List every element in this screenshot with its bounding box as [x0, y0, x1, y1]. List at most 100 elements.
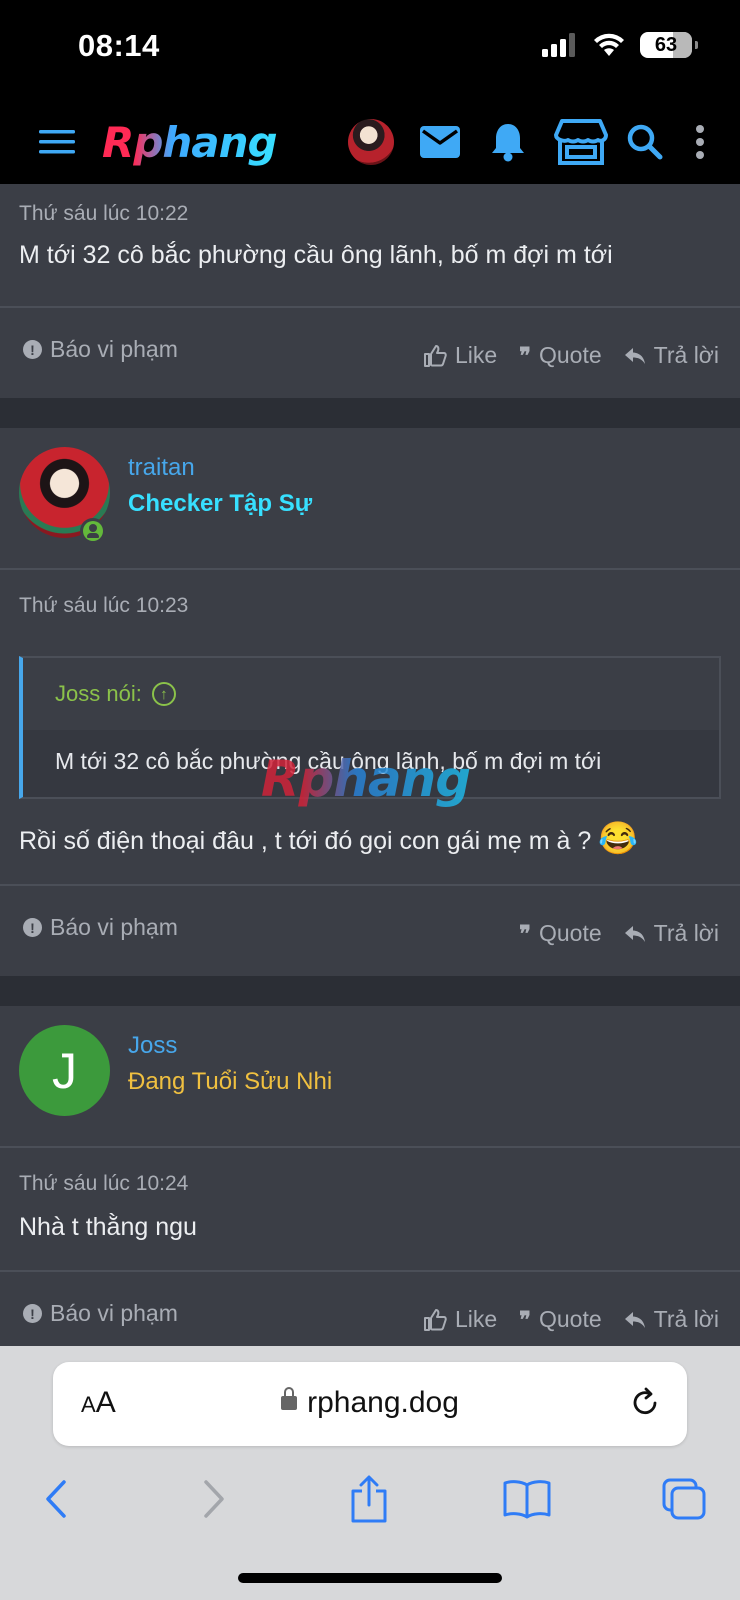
quote-button[interactable]: ❞ Quote — [519, 920, 602, 947]
post-actions: ❞ Quote Trả lời — [519, 920, 719, 947]
report-label: Báo vi phạm — [50, 914, 178, 940]
reload-icon[interactable] — [629, 1386, 661, 1418]
lock-icon — [281, 1387, 298, 1410]
post: traitan Checker Tập Sự Thứ sáu lúc 10:23… — [0, 428, 740, 976]
quote-label: Quote — [539, 1306, 602, 1332]
thumbs-up-icon — [423, 1308, 447, 1331]
like-button[interactable]: Like — [423, 342, 497, 369]
logo-text: Rphang — [102, 117, 278, 167]
post-actions: Like ❞ Quote Trả lời — [423, 342, 719, 369]
reply-button[interactable]: Trả lời — [624, 920, 719, 947]
report-icon: ! — [23, 918, 42, 937]
browser-nav — [0, 1474, 740, 1524]
bell-icon — [492, 124, 524, 162]
alerts-button[interactable] — [488, 100, 528, 184]
report-icon: ! — [23, 1304, 42, 1323]
app-header: Rphang — [0, 100, 740, 184]
thread-feed[interactable]: Thứ sáu lúc 10:22 M tới 32 cô bắc phường… — [0, 184, 740, 1346]
account-avatar-button[interactable] — [348, 100, 394, 184]
home-indicator — [238, 1573, 502, 1583]
thumbs-up-icon — [423, 344, 447, 367]
reply-icon — [624, 925, 645, 942]
post-text: Rồi số điện thoại đâu , t tới đó gọi con… — [19, 821, 721, 858]
browser-toolbar: AA rphang.dog — [0, 1346, 740, 1600]
post: Thứ sáu lúc 10:22 M tới 32 cô bắc phường… — [0, 184, 740, 398]
post-date: Thứ sáu lúc 10:22 — [19, 202, 189, 225]
status-bar: 08:14 63 — [0, 0, 740, 100]
reply-icon — [624, 347, 645, 364]
report-button[interactable]: ! Báo vi phạm — [23, 336, 178, 363]
more-menu-button[interactable] — [690, 100, 710, 184]
search-button[interactable] — [625, 100, 665, 184]
username-link[interactable]: Joss — [128, 1032, 177, 1060]
post-text: Nhà t thằng ngu — [19, 1213, 197, 1241]
post-footer: ! Báo vi phạm ❞ Quote Trả lời — [0, 884, 740, 976]
post-actions: Like ❞ Quote Trả lời — [423, 1306, 719, 1333]
tabs-button[interactable] — [659, 1474, 709, 1524]
avatar[interactable]: J — [19, 1025, 110, 1116]
reply-button[interactable]: Trả lời — [624, 342, 719, 369]
arrow-up-circle-icon[interactable]: ↑ — [151, 682, 176, 706]
quote-author: Joss nói: — [55, 681, 142, 706]
quote-label: Quote — [539, 920, 602, 946]
report-label: Báo vi phạm — [50, 1300, 178, 1326]
quote-button[interactable]: ❞ Quote — [519, 342, 602, 369]
report-button[interactable]: ! Báo vi phạm — [23, 1300, 178, 1327]
quote-icon: ❞ — [519, 342, 531, 368]
username-link[interactable]: traitan — [128, 454, 195, 482]
address-bar[interactable]: AA rphang.dog — [53, 1362, 687, 1446]
online-status-icon — [80, 518, 106, 544]
reply-label: Trả lời — [653, 920, 719, 946]
more-vertical-icon — [696, 125, 704, 159]
like-button[interactable]: Like — [423, 1306, 497, 1333]
reply-label: Trả lời — [653, 1306, 719, 1332]
cellular-signal-icon — [542, 33, 575, 57]
store-button[interactable] — [553, 100, 609, 184]
search-icon — [627, 124, 663, 160]
post-separator — [0, 976, 740, 1006]
bookmarks-button[interactable] — [502, 1474, 552, 1524]
menu-button[interactable] — [36, 100, 78, 184]
post-separator — [0, 398, 740, 428]
chevron-right-icon — [204, 1480, 224, 1518]
forward-button[interactable] — [189, 1474, 239, 1524]
quote-block: Joss nói: ↑ M tới 32 cô bắc phường cầu ô… — [19, 656, 721, 808]
battery-level: 63 — [654, 33, 678, 56]
url-text: rphang.dog — [307, 1386, 459, 1419]
user-title: Đang Tuổi Sửu Nhi — [128, 1068, 333, 1095]
report-button[interactable]: ! Báo vi phạm — [23, 914, 178, 941]
tabs-icon — [662, 1478, 706, 1520]
report-icon: ! — [23, 340, 42, 359]
quote-header[interactable]: Joss nói: ↑ — [23, 658, 719, 730]
post-footer: ! Báo vi phạm Like ❞ Quote Trả lời — [0, 1270, 740, 1346]
reply-label: Trả lời — [653, 342, 719, 368]
url-display[interactable]: rphang.dog — [53, 1386, 687, 1420]
share-button[interactable] — [344, 1474, 394, 1524]
status-time: 08:14 — [78, 28, 160, 63]
site-logo[interactable]: Rphang — [102, 100, 312, 184]
quote-text: M tới 32 cô bắc phường cầu ông lãnh, bố … — [55, 748, 602, 774]
post-footer: ! Báo vi phạm Like ❞ Quote Trả lời — [0, 306, 740, 398]
post-author-header: J Joss Đang Tuổi Sửu Nhi — [0, 1006, 740, 1148]
mail-icon — [420, 126, 460, 158]
battery-icon: 63 — [640, 32, 698, 58]
like-label: Like — [454, 1306, 498, 1332]
store-icon — [554, 119, 608, 165]
avatar — [348, 119, 394, 165]
inbox-button[interactable] — [418, 100, 462, 184]
post: J Joss Đang Tuổi Sửu Nhi Thứ sáu lúc 10:… — [0, 1006, 740, 1346]
post-text: M tới 32 cô bắc phường cầu ông lãnh, bố … — [19, 241, 613, 269]
wifi-icon — [594, 33, 624, 56]
quote-button[interactable]: ❞ Quote — [519, 1306, 602, 1333]
quote-icon: ❞ — [519, 1306, 531, 1332]
book-icon — [503, 1480, 551, 1519]
laughing-emoji-icon: 😂 — [598, 820, 639, 856]
reply-button[interactable]: Trả lời — [624, 1306, 719, 1333]
reply-icon — [624, 1311, 645, 1328]
report-label: Báo vi phạm — [50, 336, 178, 362]
back-button[interactable] — [31, 1474, 81, 1524]
chevron-left-icon — [46, 1480, 66, 1518]
post-date: Thứ sáu lúc 10:24 — [19, 1172, 189, 1195]
user-title: Checker Tập Sự — [128, 490, 313, 517]
share-icon — [351, 1475, 387, 1523]
